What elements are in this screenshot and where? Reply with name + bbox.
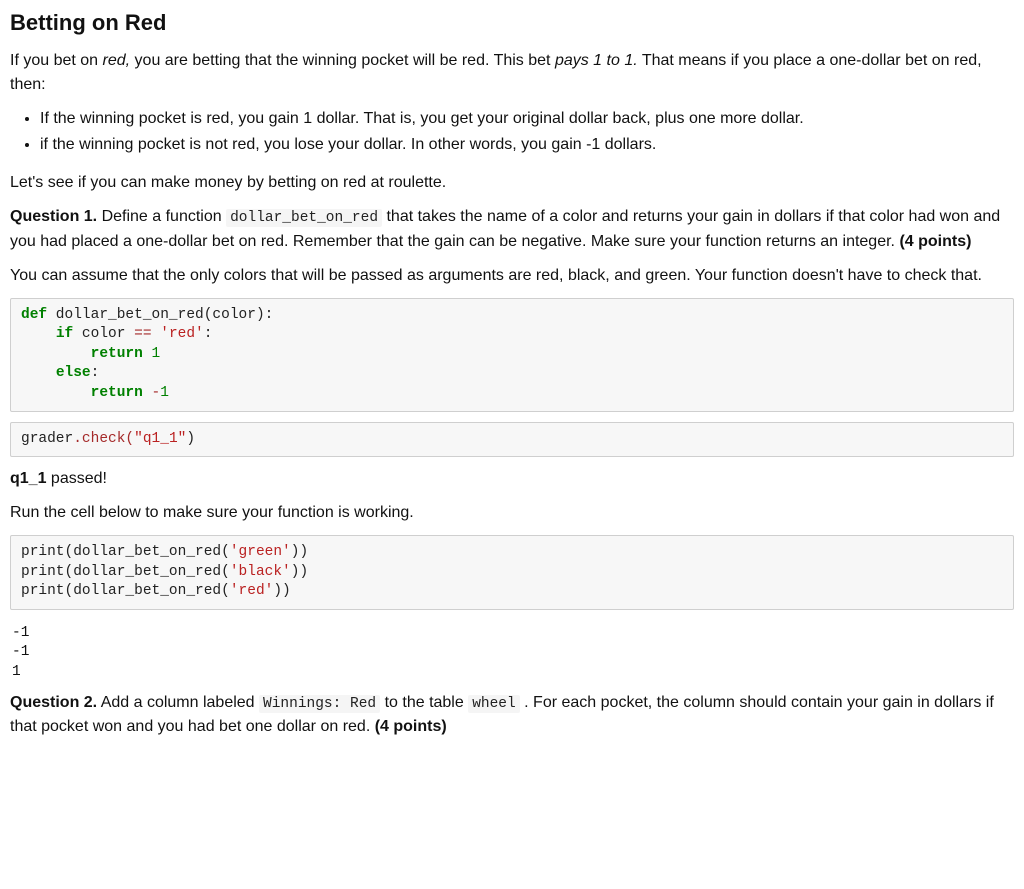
intro-pays-em: pays 1 to 1. (555, 52, 638, 69)
operator: .check( (73, 431, 134, 447)
code-text: )) (291, 544, 308, 560)
intro-red-em: red, (103, 52, 131, 69)
question-1-note: You can assume that the only colors that… (10, 264, 1014, 288)
points-label: (4 points) (899, 233, 971, 250)
code-cell-grader-check[interactable]: grader.check("q1_1") (10, 422, 1014, 458)
keyword-else: else (56, 365, 91, 381)
operator: - (143, 385, 160, 401)
code-text: )) (273, 583, 290, 599)
intro-paragraph: If you bet on red, you are betting that … (10, 49, 1014, 97)
code-cell-function-def[interactable]: def dollar_bet_on_red(color): if color =… (10, 298, 1014, 412)
intro-text: you are betting that the winning pocket … (130, 52, 555, 69)
code-text: print(dollar_bet_on_red( (21, 564, 230, 580)
inline-code: Winnings: Red (259, 695, 380, 713)
code-text (152, 326, 161, 342)
run-below-text: Run the cell below to make sure your fun… (10, 501, 1014, 525)
code-text: )) (291, 564, 308, 580)
question-text: Define a function (97, 208, 226, 225)
question-1-prompt: Question 1. Define a function dollar_bet… (10, 205, 1014, 254)
code-text: color (73, 326, 134, 342)
number-literal: 1 (143, 346, 160, 362)
number-literal: 1 (160, 385, 169, 401)
string-literal: "q1_1" (134, 431, 186, 447)
test-name: q1_1 (10, 470, 46, 487)
intro-text: If you bet on (10, 52, 103, 69)
cell-output: -1 -1 1 (10, 620, 1014, 691)
code-text: ) (186, 431, 195, 447)
code-text: : (91, 365, 100, 381)
code-text: print(dollar_bet_on_red( (21, 544, 230, 560)
question-label: Question 2. (10, 694, 97, 711)
question-2-prompt: Question 2. Add a column labeled Winning… (10, 691, 1014, 740)
keyword-return: return (91, 385, 143, 401)
code-text: print(dollar_bet_on_red( (21, 583, 230, 599)
string-literal: 'green' (230, 544, 291, 560)
code-text: grader (21, 431, 73, 447)
keyword-def: def (21, 307, 47, 323)
inline-code: wheel (468, 695, 520, 713)
code-cell-print-tests[interactable]: print(dollar_bet_on_red('green')) print(… (10, 535, 1014, 610)
string-literal: 'black' (230, 564, 291, 580)
intro-list: If the winning pocket is red, you gain 1… (10, 107, 1014, 157)
lets-see-text: Let's see if you can make money by betti… (10, 171, 1014, 195)
keyword-if: if (56, 326, 73, 342)
inline-code: dollar_bet_on_red (226, 209, 382, 227)
section-title: Betting on Red (10, 6, 1014, 39)
passed-text: passed! (46, 470, 106, 487)
list-item: If the winning pocket is red, you gain 1… (40, 107, 1014, 131)
points-label: (4 points) (375, 718, 447, 735)
grader-output: q1_1 passed! (10, 467, 1014, 491)
question-text: Add a column labeled (97, 694, 259, 711)
list-item: if the winning pocket is not red, you lo… (40, 133, 1014, 157)
string-literal: 'red' (160, 326, 204, 342)
operator: == (134, 326, 151, 342)
question-label: Question 1. (10, 208, 97, 225)
code-text: dollar_bet_on_red(color): (47, 307, 273, 323)
string-literal: 'red' (230, 583, 274, 599)
question-text: to the table (380, 694, 468, 711)
keyword-return: return (91, 346, 143, 362)
code-text: : (204, 326, 213, 342)
